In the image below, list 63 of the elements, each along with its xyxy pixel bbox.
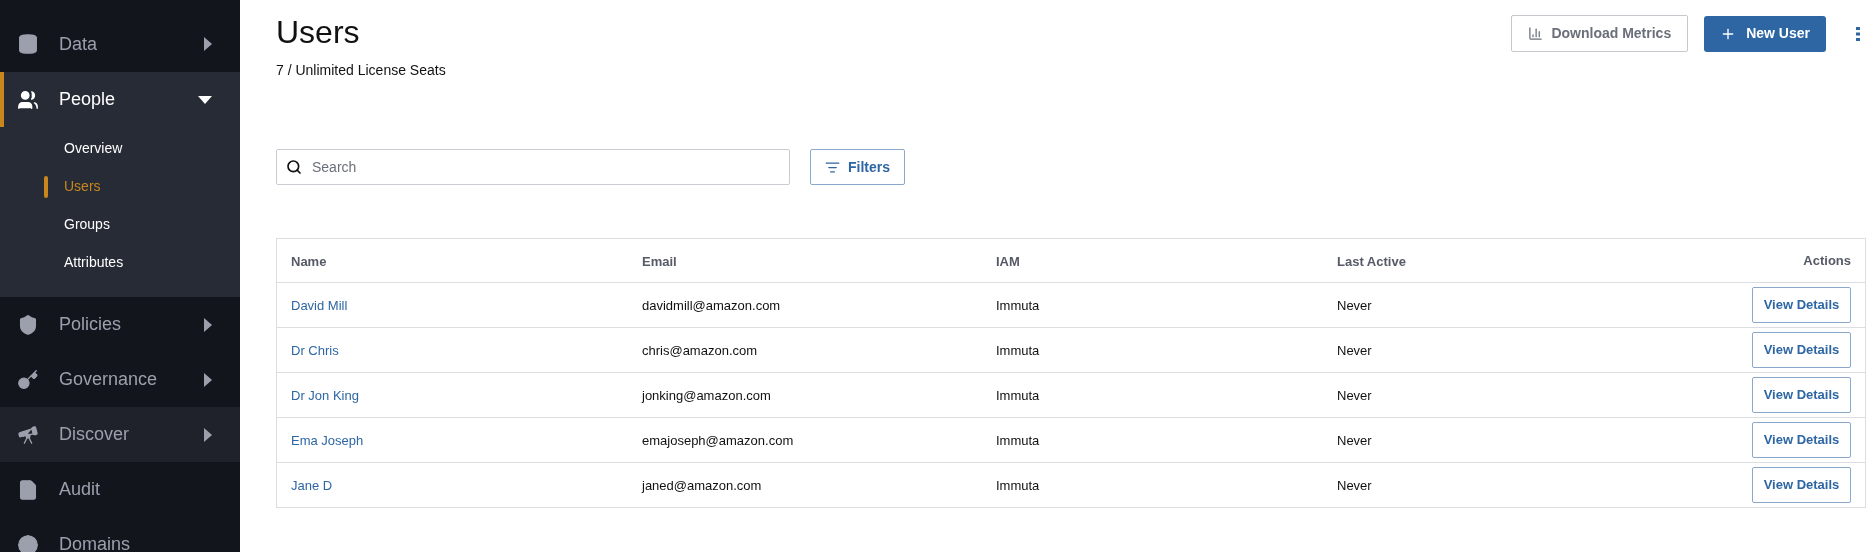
page-title: Users bbox=[276, 13, 360, 52]
submenu-item[interactable]: Attributes bbox=[64, 251, 124, 273]
user-name-link[interactable]: Dr Chris bbox=[291, 343, 339, 358]
column-header: Email bbox=[642, 253, 677, 269]
table-cell: janed@amazon.com bbox=[642, 478, 762, 493]
database-icon bbox=[17, 33, 39, 55]
table-cell: emajoseph@amazon.com bbox=[642, 433, 794, 448]
column-header: Last Active bbox=[1337, 253, 1406, 269]
telescope-icon bbox=[17, 423, 39, 446]
table-cell: Never bbox=[1337, 433, 1372, 448]
submenu-item[interactable]: Users bbox=[64, 175, 101, 197]
view-details-button[interactable]: View Details bbox=[1752, 467, 1851, 503]
table-cell: jonking@amazon.com bbox=[642, 388, 771, 403]
column-header: Actions bbox=[1803, 251, 1851, 270]
table-cell: Never bbox=[1337, 298, 1372, 313]
view-details-button[interactable]: View Details bbox=[1752, 332, 1851, 368]
shield-icon bbox=[17, 313, 39, 336]
nav-item[interactable]: People bbox=[0, 72, 240, 127]
nav-item[interactable]: Policies bbox=[0, 297, 240, 352]
table-cell: Immuta bbox=[996, 478, 1040, 493]
user-name-link[interactable]: Dr Jon King bbox=[291, 388, 359, 403]
table-cell: chris@amazon.com bbox=[642, 343, 758, 358]
more-options-button[interactable] bbox=[1856, 26, 1860, 41]
more-options-icon bbox=[1856, 26, 1860, 41]
key-icon bbox=[17, 368, 39, 391]
table-cell: Immuta bbox=[996, 343, 1040, 358]
user-name-link[interactable]: Jane D bbox=[291, 478, 333, 493]
submenu-item[interactable]: Overview bbox=[64, 137, 123, 159]
user-name-link[interactable]: Ema Joseph bbox=[291, 433, 364, 448]
caret-down-icon bbox=[198, 95, 212, 104]
nav-item[interactable]: Data bbox=[0, 0, 240, 72]
bar-chart-icon bbox=[1528, 26, 1544, 41]
view-details-button[interactable]: View Details bbox=[1752, 422, 1851, 458]
license-seats-text: 7 / Unlimited License Seats bbox=[276, 61, 446, 80]
user-name-link[interactable]: David Mill bbox=[291, 298, 348, 313]
column-header: IAM bbox=[996, 253, 1020, 269]
nav-item[interactable]: Audit bbox=[0, 462, 240, 517]
nav-item[interactable]: Domains bbox=[0, 517, 240, 552]
table-cell: davidmill@amazon.com bbox=[642, 298, 781, 313]
caret-right-icon bbox=[204, 372, 212, 387]
view-details-button[interactable]: View Details bbox=[1752, 287, 1851, 323]
view-details-button[interactable]: View Details bbox=[1752, 377, 1851, 413]
search-icon bbox=[286, 159, 302, 175]
caret-right-icon bbox=[204, 427, 212, 442]
document-icon bbox=[17, 478, 39, 501]
filter-icon bbox=[825, 159, 840, 175]
table-cell: Immuta bbox=[996, 388, 1040, 403]
table-cell: Never bbox=[1337, 388, 1372, 403]
search-field[interactable]: Search bbox=[276, 149, 790, 185]
nav-item[interactable]: Discover bbox=[0, 407, 240, 462]
download-metrics-button[interactable]: Download Metrics bbox=[1511, 15, 1689, 52]
caret-right-icon bbox=[204, 317, 212, 332]
table-cell: Immuta bbox=[996, 298, 1040, 313]
filters-button[interactable]: Filters bbox=[810, 149, 905, 185]
table-cell: Never bbox=[1337, 478, 1372, 493]
table-cell: Never bbox=[1337, 343, 1372, 358]
column-header: Name bbox=[291, 253, 327, 269]
new-user-button[interactable]: New User bbox=[1704, 15, 1826, 52]
table-cell: Immuta bbox=[996, 433, 1040, 448]
submenu-item[interactable]: Groups bbox=[64, 213, 110, 235]
caret-right-icon bbox=[204, 37, 212, 51]
people-icon bbox=[17, 88, 39, 111]
nav-item[interactable]: Governance bbox=[0, 352, 240, 407]
